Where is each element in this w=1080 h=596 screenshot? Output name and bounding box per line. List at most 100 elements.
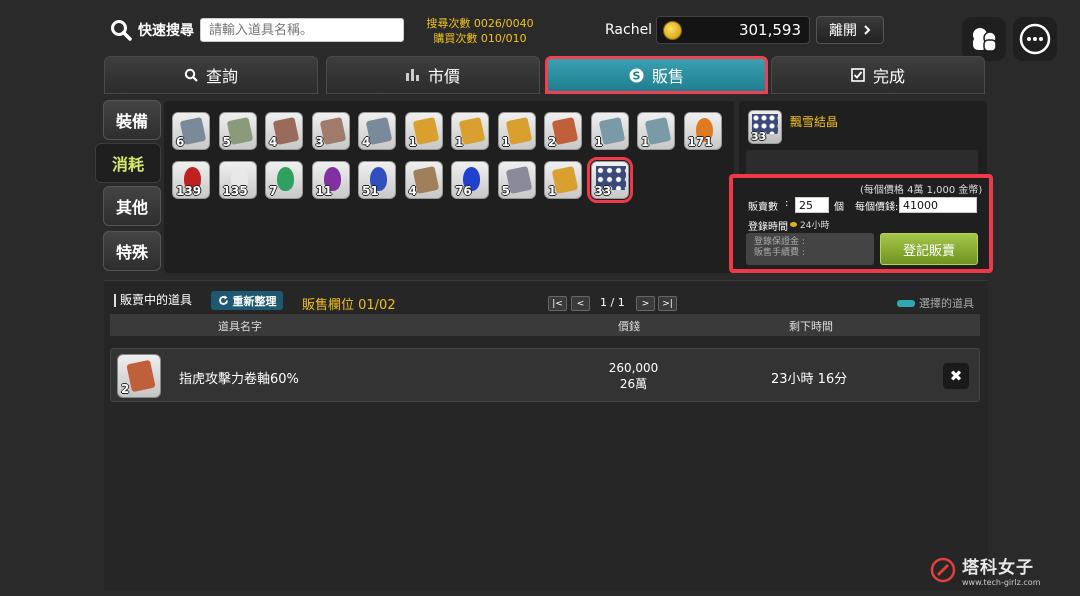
table-row[interactable]: 2 指虎攻擊力卷軸60% 260,000 26萬 23小時 16分 ✖: [110, 348, 980, 402]
category-etc[interactable]: 其他: [103, 186, 161, 226]
cancel-sale-button[interactable]: ✖: [943, 363, 969, 389]
tab-search[interactable]: 查詢: [104, 56, 318, 94]
tab-market-price[interactable]: 市價: [326, 56, 540, 94]
tab-label: 查詢: [205, 67, 238, 86]
slot-qty: 139: [176, 184, 202, 198]
quantity-input[interactable]: 25: [795, 197, 829, 213]
slot-qty: 4: [408, 184, 417, 198]
inventory-slot[interactable]: 2: [544, 112, 582, 150]
inventory-slot[interactable]: 4: [404, 161, 443, 199]
refresh-label: 重新整理: [232, 294, 277, 308]
coin-icon: [790, 222, 797, 227]
search-label: 快速搜尋: [138, 23, 194, 39]
inventory-slot[interactable]: 135: [218, 161, 257, 199]
category-label: 特殊: [115, 243, 148, 262]
inventory-slot[interactable]: 1: [544, 161, 582, 199]
refresh-button[interactable]: 重新整理: [211, 291, 283, 310]
item-name: 指虎攻擊力卷軸60%: [179, 372, 299, 387]
inventory-slot[interactable]: 4: [358, 112, 396, 150]
inventory-slot[interactable]: 11: [311, 161, 350, 199]
inventory-slot[interactable]: 171: [683, 112, 722, 150]
register-sale-button[interactable]: 登記販賣: [880, 233, 978, 265]
slot-qty: 1: [408, 135, 417, 149]
category-special[interactable]: 特殊: [103, 231, 161, 271]
slot-qty: 51: [362, 184, 379, 198]
price-input[interactable]: 41000: [899, 197, 977, 213]
selected-item-name: 飄雪結晶: [790, 115, 839, 129]
slot-qty: 33: [594, 184, 612, 198]
category-equipment[interactable]: 裝備: [103, 100, 161, 140]
inventory-slot[interactable]: 1: [451, 112, 489, 150]
rocket-logo-icon: [930, 557, 956, 583]
inventory-slot[interactable]: 76: [451, 161, 489, 199]
refresh-icon: [218, 295, 228, 305]
slot-qty: 2: [548, 135, 557, 149]
register-time-label: 登錄時間: [748, 222, 788, 233]
leave-button[interactable]: 離開: [816, 16, 884, 44]
page-indicator: 1 / 1: [600, 296, 625, 309]
friends-button[interactable]: [962, 17, 1006, 61]
watermark-title: 塔科女子: [962, 558, 1034, 578]
category-consumable[interactable]: 消耗: [95, 143, 161, 183]
last-page-icon: >|: [662, 298, 673, 309]
category-label: 其他: [115, 198, 148, 217]
selected-item-qty: 33: [751, 130, 767, 143]
tab-sell[interactable]: S 販售: [545, 56, 768, 94]
slot-qty: 4: [362, 135, 371, 149]
first-page-button[interactable]: |<: [548, 296, 567, 311]
inventory-slot[interactable]: 139: [172, 161, 210, 199]
list-title: 販賣中的道具: [114, 294, 192, 307]
price-short: 26萬: [619, 377, 648, 391]
slot-qty: 5: [222, 135, 231, 149]
register-time: 24小時: [790, 218, 829, 231]
unit-price-note: (每個價格 4萬 1,000 金幣): [860, 185, 983, 196]
next-page-button[interactable]: >: [636, 296, 655, 311]
inventory-slot[interactable]: 1: [497, 112, 536, 150]
next-page-icon: >: [641, 298, 650, 309]
register-time-value: 24小時: [800, 221, 830, 231]
inventory-slot[interactable]: 3: [311, 112, 350, 150]
inventory-slot[interactable]: 1: [404, 112, 443, 150]
inventory-slot[interactable]: 7: [265, 161, 303, 199]
qty-unit: 個: [834, 202, 844, 213]
inventory-slot[interactable]: 4: [265, 112, 303, 150]
usage-counts: 搜尋次數 0026/0040 購買次數 010/010: [424, 16, 536, 46]
slot-qty: 5: [501, 184, 510, 198]
sale-slot-count: 販售欄位 01/02: [302, 298, 396, 313]
inventory-slot[interactable]: 1: [637, 112, 675, 150]
slot-qty: 6: [176, 135, 185, 149]
more-icon: [1019, 23, 1051, 55]
chevron-right-icon: [864, 25, 871, 35]
search-icon: [184, 68, 198, 82]
inventory-grid: 6 5 4 3 4 1 1 1 2 1 1 171 139 135 7 11 51 4 76 5 1 33: [164, 101, 734, 273]
coin-icon: [663, 21, 682, 40]
slot-qty: 4: [269, 135, 278, 149]
inventory-slot[interactable]: 33: [586, 157, 633, 203]
buy-count: 購買次數 010/010: [433, 32, 527, 45]
money-amount: 301,593: [738, 21, 801, 39]
search-input[interactable]: [200, 18, 404, 42]
inventory-slot[interactable]: 1: [590, 112, 629, 150]
tab-label: 市價: [427, 67, 460, 86]
inventory-slot[interactable]: 51: [358, 161, 396, 199]
prev-page-button[interactable]: <: [571, 296, 590, 311]
user-name: Rachel: [605, 22, 653, 38]
tab-label: 完成: [872, 67, 905, 86]
price-label: 每個價錢:: [855, 202, 899, 213]
inventory-slot[interactable]: 5: [497, 161, 536, 199]
leave-label: 離開: [829, 23, 857, 39]
inventory-slot[interactable]: 5: [218, 112, 257, 150]
price-full: 260,000: [608, 361, 659, 375]
col-price: 價錢: [618, 320, 640, 333]
slot-qty: 3: [315, 135, 324, 149]
more-button[interactable]: [1013, 17, 1057, 61]
slot-qty: 76: [455, 184, 472, 198]
tab-completed[interactable]: 完成: [771, 56, 985, 94]
last-page-button[interactable]: >|: [658, 296, 677, 311]
prev-page-icon: <: [576, 298, 585, 309]
scroll-item-icon: 2: [117, 354, 161, 398]
legend-label: 選擇的道具: [919, 297, 974, 310]
scroll-icon: [126, 359, 156, 393]
fee-box: 登錄保證金 : 販售手續費 :: [746, 233, 874, 265]
inventory-slot[interactable]: 6: [172, 112, 210, 150]
